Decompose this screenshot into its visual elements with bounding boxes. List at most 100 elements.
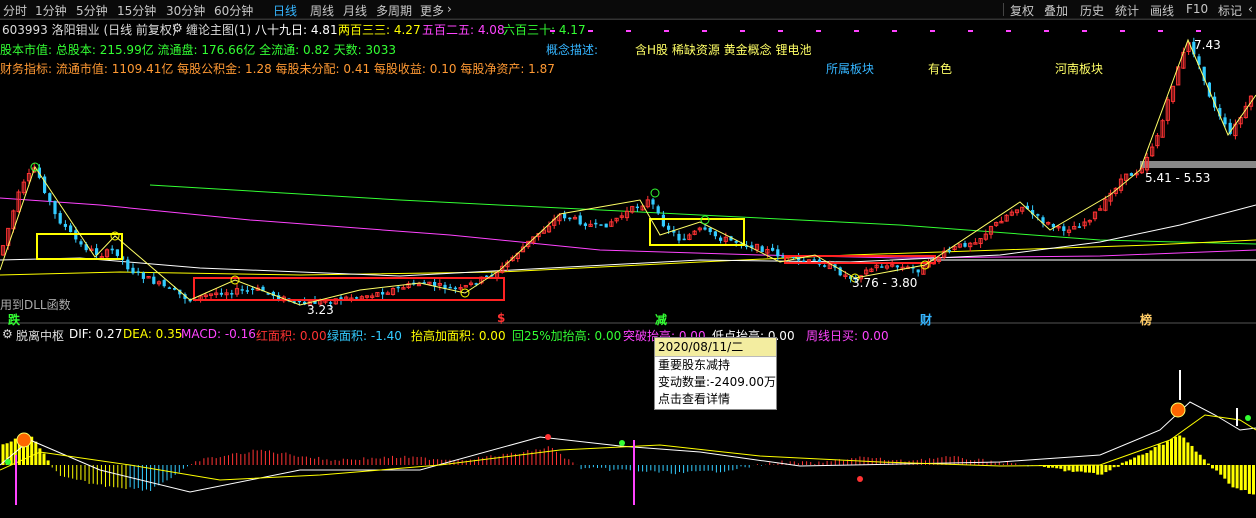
candle-body xyxy=(916,269,920,273)
candle-body xyxy=(682,238,686,241)
sector-label: 所属板块 xyxy=(826,62,875,76)
candle-body xyxy=(251,288,255,291)
macd-value: MACD: -0.16 xyxy=(181,327,256,341)
tooltip-link[interactable]: 点击查看详情 xyxy=(655,391,776,408)
candle-body xyxy=(583,223,587,226)
range-right-label: 5.41 - 5.53 xyxy=(1145,171,1211,185)
range-mid-label: 3.76 - 3.80 xyxy=(852,276,918,290)
sub-settings-icon[interactable]: ⚙ xyxy=(2,327,13,341)
candle-body xyxy=(453,287,457,290)
candle-body xyxy=(947,250,951,252)
marker-finance[interactable]: 财 xyxy=(920,311,932,328)
tooltip-change: 变动数量:-2409.00万 xyxy=(658,375,776,389)
high-price-label: 7.43 xyxy=(1194,38,1221,52)
candle-body xyxy=(1036,214,1040,216)
candle-body xyxy=(1129,173,1133,176)
candle-body xyxy=(734,241,738,243)
candle-body xyxy=(58,213,62,224)
candle-body xyxy=(355,297,359,299)
candle-body xyxy=(1223,117,1227,125)
buy-sell-point-marker xyxy=(650,188,660,198)
candle-body xyxy=(963,243,967,247)
ma233-label: 两百三三: 4.27 xyxy=(338,23,421,37)
settings-icon[interactable]: ⚙ xyxy=(172,21,183,35)
candle-body xyxy=(48,193,52,202)
candle-body xyxy=(219,292,223,295)
candle-body xyxy=(708,227,712,233)
candle-body xyxy=(63,223,67,227)
candle-body xyxy=(126,259,130,270)
signal-dot xyxy=(5,459,11,465)
candle-body xyxy=(53,200,57,215)
sector-2: 河南板块 xyxy=(1055,62,1104,76)
indicator-name[interactable]: 缠论主图(1) xyxy=(186,21,251,38)
candle-body xyxy=(823,265,827,267)
candle-body xyxy=(656,206,660,214)
ma89-label: 八十九日: 4.81 xyxy=(255,23,338,37)
ma630-label: 六百三十: 4.17 xyxy=(503,23,586,37)
ma233-line xyxy=(0,239,1256,276)
event-tooltip[interactable]: 2020/08/11/二 重要股东减持 变动数量:-2409.00万 点击查看详… xyxy=(654,337,777,410)
marker-dollar[interactable]: $ xyxy=(497,311,505,325)
share-capital-info: 股本市值: 总股本: 215.99亿 流通盘: 176.66亿 全流通: 0.8… xyxy=(0,43,396,57)
signal-badge-icon xyxy=(16,432,32,448)
candle-body xyxy=(167,287,171,289)
candle-body xyxy=(771,247,775,251)
marker-fall[interactable]: 跌 xyxy=(8,311,20,328)
candle-body xyxy=(635,206,639,209)
candle-body xyxy=(110,248,114,251)
concept-value: 含H股 稀缺资源 黄金概念 锂电池 xyxy=(635,43,812,57)
candle-body xyxy=(115,249,119,256)
candle-body xyxy=(713,231,717,237)
candle-body xyxy=(776,249,780,257)
sub-indicator-name[interactable]: 脱离中枢 xyxy=(16,327,64,344)
candle-body xyxy=(79,241,83,245)
candle-body xyxy=(152,276,156,284)
ma525-label: 五百二五: 4.08 xyxy=(422,23,505,37)
ma525-line xyxy=(0,197,1256,259)
signal-dot xyxy=(619,440,625,446)
pivot-box-yellow-1 xyxy=(36,233,123,260)
tooltip-date: 2020/08/11/二 xyxy=(655,338,776,357)
tooltip-event: 重要股东减持 xyxy=(658,358,731,372)
resistance-band xyxy=(1140,161,1256,168)
candle-body xyxy=(719,237,723,241)
candle-body xyxy=(563,213,567,219)
candle-body xyxy=(141,272,145,279)
candle-body xyxy=(1062,226,1066,231)
candle-body xyxy=(599,224,603,226)
signal-badge-icon xyxy=(1170,402,1186,418)
ma630-line xyxy=(149,184,1256,245)
stock-title: 603993 洛阳钼业 (日线 前复权) xyxy=(2,23,177,37)
raise-area-value: 抬高加面积: 0.00 xyxy=(411,329,506,343)
candle-body xyxy=(240,289,244,291)
candle-body xyxy=(880,266,884,268)
candle-body xyxy=(381,292,385,295)
candle-body xyxy=(895,265,899,268)
candle-body xyxy=(230,293,234,295)
candle-body xyxy=(604,223,608,228)
financial-info: 财务指标: 流通市值: 1109.41亿 每股公积金: 1.28 每股未分配: … xyxy=(0,62,555,76)
candle-body xyxy=(1077,226,1081,228)
candle-body xyxy=(812,259,816,261)
candle-body xyxy=(136,271,140,273)
dif-value: DIF: 0.27 xyxy=(69,327,123,341)
candle-body xyxy=(667,225,671,230)
weekly-buy-value: 周线日买: 0.00 xyxy=(806,329,889,343)
pivot-box-red-1 xyxy=(193,277,505,301)
marker-list[interactable]: 榜 xyxy=(1140,311,1152,328)
candle-body xyxy=(396,286,400,289)
candle-body xyxy=(245,290,249,292)
kline-chart[interactable] xyxy=(0,0,1256,518)
candle-body xyxy=(578,215,582,225)
green-area-value: 绿面积: -1.40 xyxy=(327,329,402,343)
marker-reduce[interactable]: 减 xyxy=(655,311,667,328)
signal-dot xyxy=(545,434,551,440)
signal-dot xyxy=(857,476,863,482)
candle-body xyxy=(594,222,598,225)
candle-body xyxy=(448,286,452,289)
candle-body xyxy=(131,267,135,274)
sector-1: 有色 xyxy=(928,62,953,76)
candle-body xyxy=(802,260,806,263)
pullback-value: 回25%加抬高: 0.00 xyxy=(512,329,622,343)
